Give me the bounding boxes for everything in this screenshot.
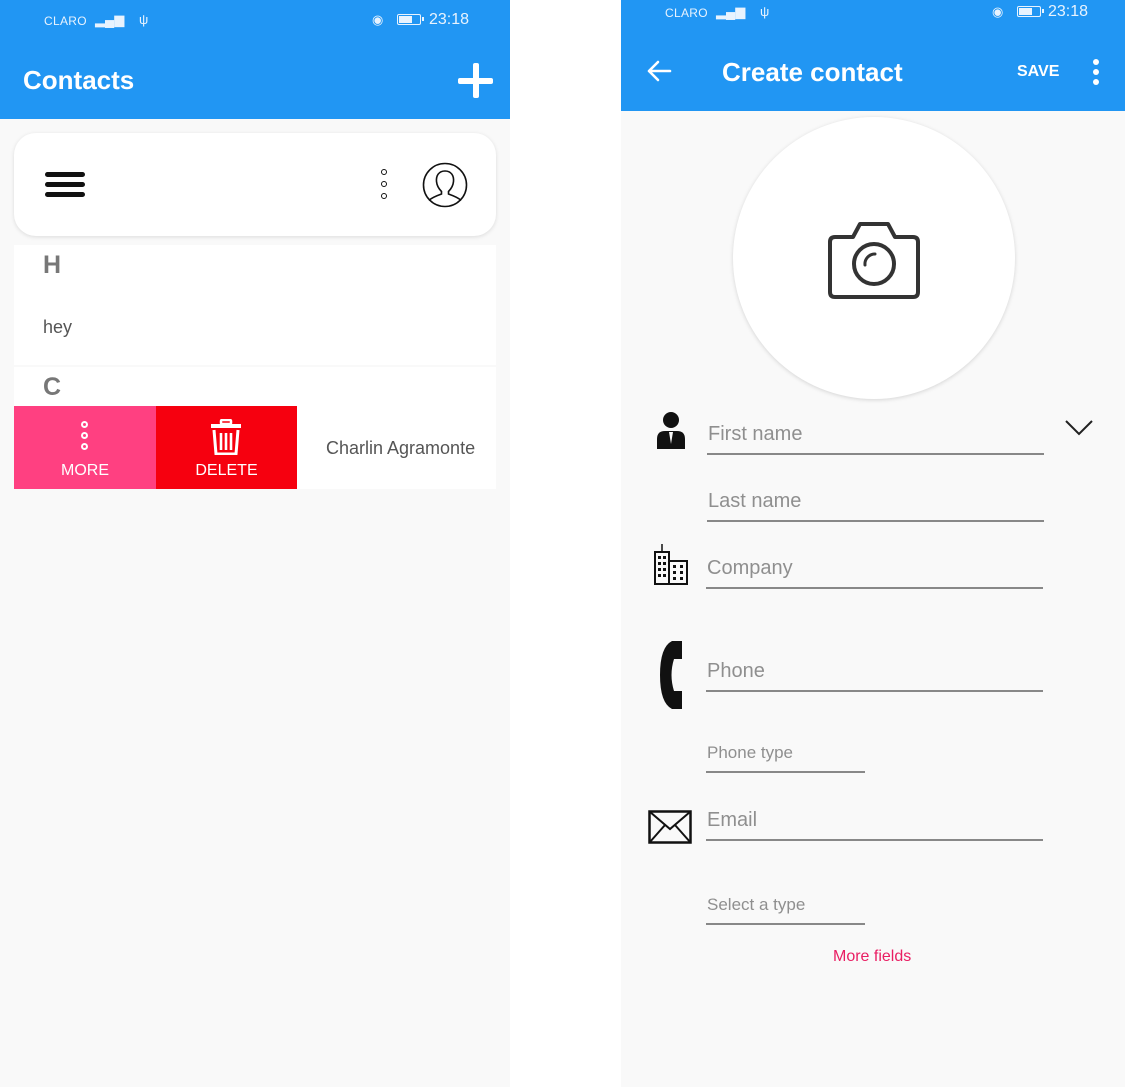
more-options-icon[interactable] bbox=[1091, 59, 1101, 85]
email-input[interactable] bbox=[706, 805, 1043, 841]
trash-icon bbox=[211, 419, 241, 455]
phone-input[interactable] bbox=[706, 656, 1043, 692]
eye-comfort-icon: ◉ bbox=[372, 12, 384, 27]
section-header-c: C bbox=[14, 367, 496, 407]
eye-comfort-icon: ◉ bbox=[992, 4, 1004, 19]
section-header-h: H bbox=[14, 245, 496, 285]
usb-icon: ψ bbox=[760, 4, 770, 19]
back-arrow-icon[interactable] bbox=[646, 59, 672, 83]
more-options-icon[interactable] bbox=[377, 167, 391, 203]
carrier-label: CLARO bbox=[665, 6, 708, 20]
carrier-label: CLARO bbox=[44, 14, 87, 28]
contact-row-swiped[interactable]: MORE DELETE Charlin Agramonte bbox=[14, 406, 496, 489]
chevron-down-icon[interactable] bbox=[1064, 419, 1094, 437]
search-card bbox=[14, 133, 496, 236]
building-icon bbox=[654, 544, 688, 585]
last-name-input[interactable] bbox=[707, 486, 1044, 522]
wifi-icon: ≈ bbox=[737, 4, 745, 19]
status-bar: CLARO ▂▄▆ ≈ ψ ◉ 23:18 bbox=[0, 0, 510, 40]
page-title: Contacts bbox=[23, 65, 135, 95]
status-bar: CLARO ▂▄▆ ≈ ψ ◉ 23:18 bbox=[621, 0, 1125, 32]
section-letter: C bbox=[43, 373, 62, 401]
add-photo-button[interactable] bbox=[733, 117, 1015, 399]
camera-icon bbox=[828, 222, 920, 299]
clock: 23:18 bbox=[1048, 3, 1089, 20]
more-vertical-icon bbox=[79, 421, 91, 453]
more-fields-link[interactable]: More fields bbox=[833, 948, 911, 966]
delete-action-label: DELETE bbox=[195, 462, 258, 479]
battery-icon bbox=[397, 14, 424, 25]
clock: 23:18 bbox=[429, 11, 470, 28]
first-name-input[interactable] bbox=[707, 419, 1044, 455]
phone-type-select[interactable] bbox=[706, 739, 865, 773]
envelope-icon bbox=[648, 810, 692, 844]
page-title: Create contact bbox=[722, 57, 903, 87]
add-contact-button[interactable] bbox=[458, 63, 493, 98]
contact-name: Charlin Agramonte bbox=[326, 438, 476, 458]
menu-icon[interactable] bbox=[45, 170, 85, 200]
contacts-screen: CLARO ▂▄▆ ≈ ψ ◉ 23:18 Contacts H hey C M… bbox=[0, 0, 510, 1087]
delete-action-button[interactable]: DELETE bbox=[156, 406, 297, 489]
more-action-label: MORE bbox=[61, 462, 109, 479]
app-bar: Contacts bbox=[0, 40, 510, 119]
battery-icon bbox=[1017, 6, 1044, 17]
contact-name: hey bbox=[43, 317, 73, 337]
company-input[interactable] bbox=[706, 553, 1043, 589]
more-action-button[interactable]: MORE bbox=[14, 406, 156, 489]
wifi-icon: ≈ bbox=[116, 12, 124, 27]
usb-icon: ψ bbox=[139, 12, 149, 27]
email-type-select[interactable] bbox=[706, 891, 865, 925]
contact-row[interactable]: hey bbox=[14, 285, 496, 365]
create-contact-screen: CLARO ▂▄▆ ≈ ψ ◉ 23:18 Create contact SAV… bbox=[621, 0, 1125, 1087]
person-icon bbox=[657, 412, 685, 449]
save-button[interactable]: SAVE bbox=[1017, 63, 1059, 81]
phone-icon bbox=[660, 641, 682, 709]
section-letter: H bbox=[43, 251, 62, 279]
profile-avatar-icon[interactable] bbox=[422, 162, 468, 208]
app-bar: Create contact SAVE bbox=[621, 32, 1125, 111]
